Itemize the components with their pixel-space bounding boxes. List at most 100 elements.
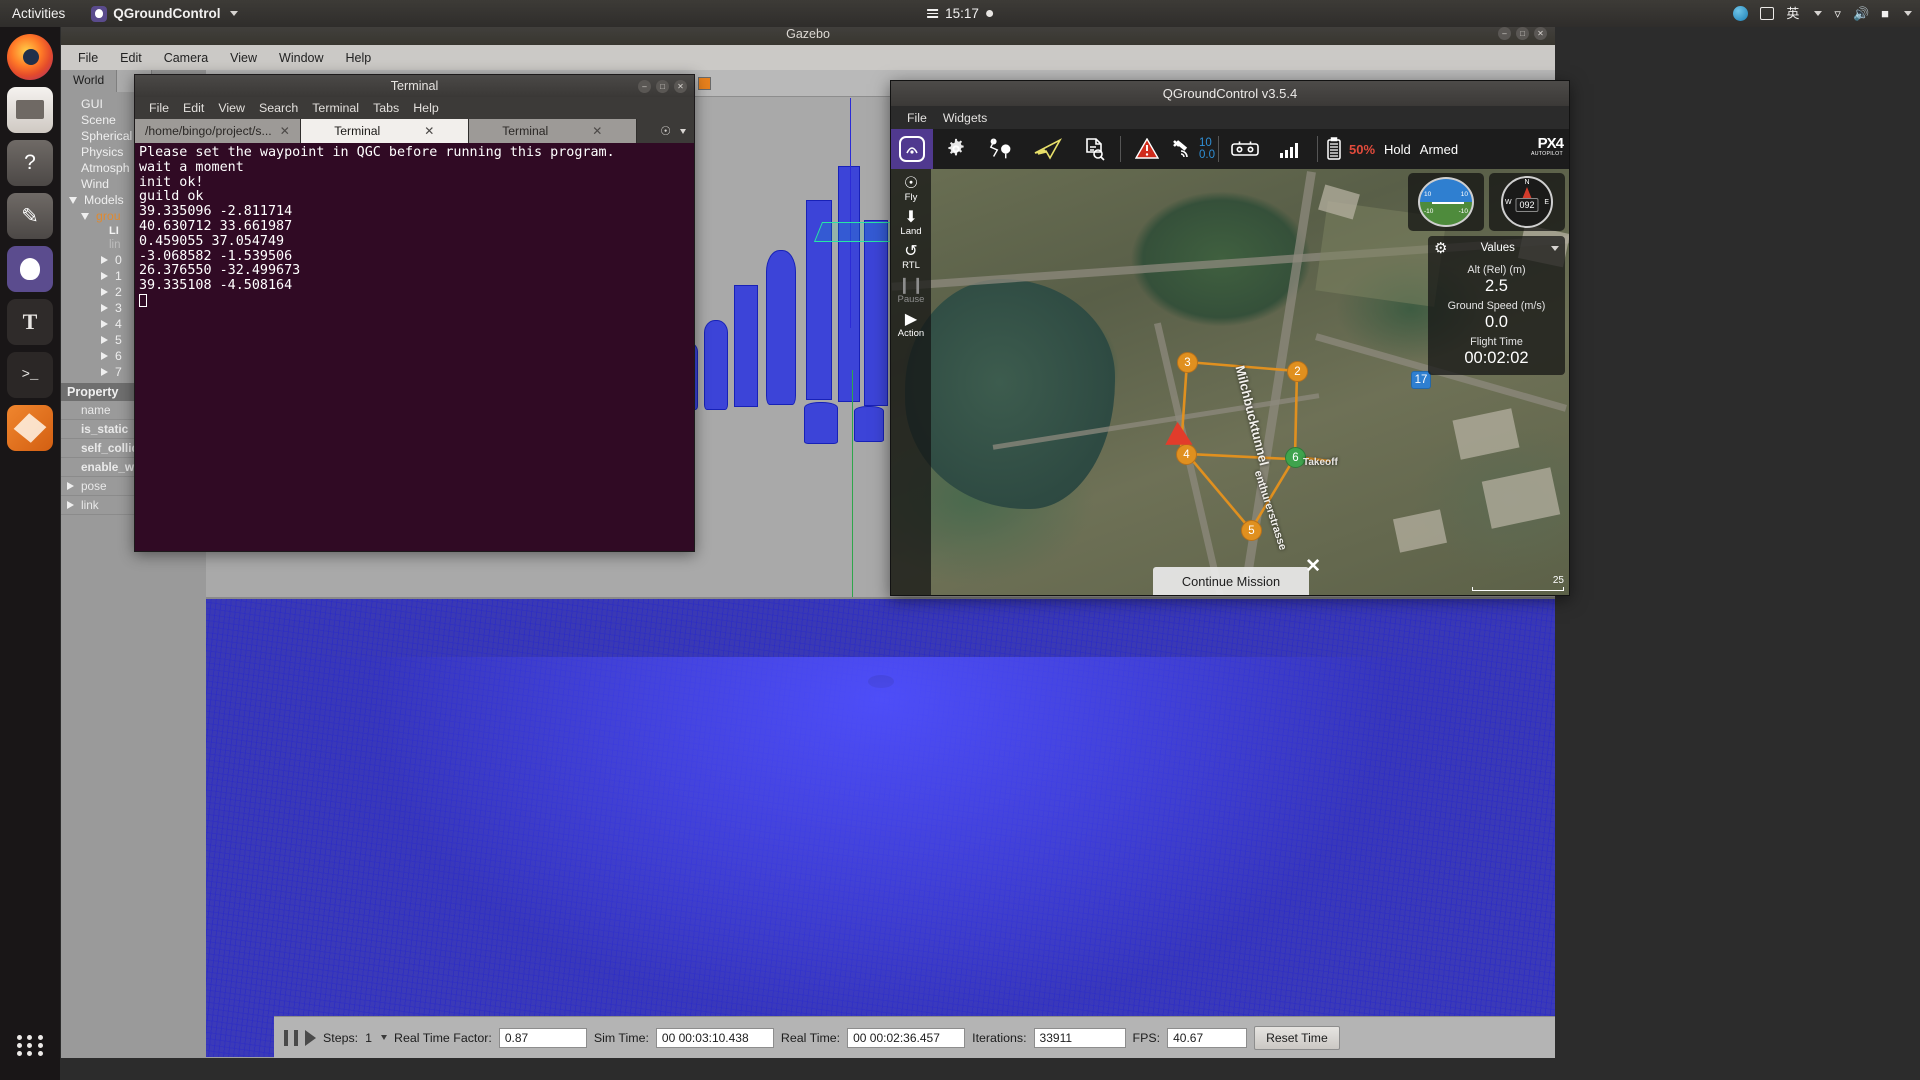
pause-button[interactable] xyxy=(284,1029,298,1046)
tab-world[interactable]: World xyxy=(61,70,118,92)
close-icon[interactable]: ✕ xyxy=(424,124,434,138)
terminal-tab-0[interactable]: /home/bingo/project/s... ✕ xyxy=(135,119,301,143)
terminal-cursor xyxy=(139,293,147,307)
gps-status[interactable]: 10 0.0 xyxy=(1170,137,1215,161)
qgc-menu-widgets[interactable]: Widgets xyxy=(937,109,993,127)
rc-controller-icon[interactable] xyxy=(1222,129,1268,169)
activities-button[interactable]: Activities xyxy=(12,6,65,21)
step-button[interactable] xyxy=(305,1029,316,1046)
terminal-menu-file[interactable]: File xyxy=(143,99,175,117)
chevron-right-icon[interactable] xyxy=(101,320,108,328)
maximize-icon[interactable]: □ xyxy=(656,79,669,93)
waypoint-2[interactable]: 2 xyxy=(1287,361,1308,382)
close-icon[interactable]: ✕ xyxy=(592,124,602,138)
close-icon[interactable]: ✕ xyxy=(1534,27,1547,40)
minimize-icon[interactable]: – xyxy=(1498,27,1511,40)
fly-view-icon[interactable] xyxy=(1025,129,1071,169)
analyze-view-icon[interactable] xyxy=(1071,129,1117,169)
plan-waypoints-icon[interactable]: B xyxy=(979,129,1025,169)
maximize-icon[interactable]: □ xyxy=(1516,27,1529,40)
waypoint-3[interactable]: 3 xyxy=(1177,352,1198,373)
chevron-right-icon[interactable] xyxy=(101,256,108,264)
reset-time-button[interactable]: Reset Time xyxy=(1254,1025,1340,1050)
qgc-menu-file[interactable]: File xyxy=(901,109,933,127)
arm-state-label[interactable]: Armed xyxy=(1420,142,1458,157)
fly-action-action[interactable]: ▶ Action xyxy=(891,309,931,342)
compass-indicator[interactable]: N W E 092 xyxy=(1489,173,1565,231)
clock-menu[interactable]: 15:17 xyxy=(927,6,993,21)
dock-item-terminal[interactable] xyxy=(7,352,53,398)
close-icon[interactable]: ✕ xyxy=(280,124,290,138)
fly-action-land[interactable]: ⬇ Land xyxy=(891,207,931,240)
battery-icon[interactable] xyxy=(1321,129,1347,169)
minimize-icon[interactable]: – xyxy=(638,79,651,93)
qgc-map[interactable]: 3 2 17 6 5 4 Milchbucktunnel enthurerstr… xyxy=(891,169,1569,595)
steps-value[interactable]: 1 xyxy=(365,1031,372,1045)
close-icon[interactable]: ✕ xyxy=(674,79,687,93)
dock-item-help[interactable]: ? xyxy=(7,140,53,186)
chevron-right-icon[interactable] xyxy=(67,501,74,509)
qgroundcontrol-icon xyxy=(91,5,108,22)
view-angle-icon[interactable] xyxy=(692,72,716,94)
settings-gear-icon[interactable] xyxy=(933,129,979,169)
terminal-window-controls: – □ ✕ xyxy=(638,79,687,93)
chevron-right-icon[interactable] xyxy=(101,272,108,280)
fly-action-rtl[interactable]: ↺ RTL xyxy=(891,241,931,274)
chevron-down-icon[interactable] xyxy=(81,212,89,220)
qgc-home-button[interactable] xyxy=(891,129,933,169)
terminal-tab-1[interactable]: Terminal ✕ xyxy=(300,119,469,143)
network-globe-icon[interactable] xyxy=(1733,6,1749,21)
chevron-right-icon[interactable] xyxy=(101,304,108,312)
active-app-menu[interactable]: QGroundControl xyxy=(91,5,238,22)
tree-label: Spherical xyxy=(81,129,133,143)
battery-icon[interactable]: ■ xyxy=(1881,7,1889,20)
terminal-menu-edit[interactable]: Edit xyxy=(177,99,210,117)
terminal-tab-overflow[interactable]: ☉ xyxy=(652,119,694,143)
dock-item-text-editor[interactable]: ✎ xyxy=(7,193,53,239)
close-icon[interactable]: ✕ xyxy=(1305,555,1321,578)
volume-icon[interactable]: 🔊 xyxy=(1853,7,1869,20)
gazebo-menu-view[interactable]: View xyxy=(221,48,266,68)
chevron-down-icon[interactable] xyxy=(680,128,686,134)
terminal-menu-view[interactable]: View xyxy=(212,99,251,117)
chevron-right-icon[interactable] xyxy=(67,482,74,490)
dock-item-gazebo[interactable] xyxy=(7,405,53,451)
gazebo-menu-window[interactable]: Window xyxy=(270,48,332,68)
keyboard-layout-icon[interactable] xyxy=(1760,7,1775,20)
terminal-output[interactable]: Please set the waypoint in QGC before ru… xyxy=(135,143,694,551)
chevron-right-icon[interactable] xyxy=(101,336,108,344)
fly-action-fly[interactable]: ☉ Fly xyxy=(891,173,931,206)
menu-icon xyxy=(927,7,939,21)
gazebo-menu-camera[interactable]: Camera xyxy=(155,48,217,68)
gazebo-menu-edit[interactable]: Edit xyxy=(111,48,151,68)
chevron-down-icon[interactable] xyxy=(69,196,77,204)
gear-icon[interactable]: ⚙ xyxy=(1434,239,1447,257)
chevron-down-icon[interactable] xyxy=(1551,245,1559,251)
dock-item-qgroundcontrol[interactable] xyxy=(7,246,53,292)
chevron-right-icon[interactable] xyxy=(101,368,108,376)
dock-item-files[interactable] xyxy=(7,87,53,133)
terminal-menu-search[interactable]: Search xyxy=(253,99,304,117)
attitude-indicator[interactable]: 10 10 -10 -10 xyxy=(1408,173,1484,231)
waypoint-17[interactable]: 17 xyxy=(1411,371,1431,389)
warning-icon[interactable] xyxy=(1124,129,1170,169)
wifi-icon[interactable]: ▿ xyxy=(1834,7,1841,20)
show-applications-button[interactable] xyxy=(7,1022,53,1068)
waypoint-5[interactable]: 5 xyxy=(1241,520,1262,541)
gazebo-menu-file[interactable]: File xyxy=(69,48,107,68)
chevron-right-icon[interactable] xyxy=(101,352,108,360)
chevron-down-icon[interactable] xyxy=(381,1035,388,1040)
telemetry-signal-icon[interactable] xyxy=(1268,129,1314,169)
qgc-fly-view[interactable]: 3 2 17 6 5 4 Milchbucktunnel enthurerstr… xyxy=(891,169,1569,595)
chevron-right-icon[interactable] xyxy=(101,288,108,296)
terminal-tab-2[interactable]: Terminal ✕ xyxy=(468,119,637,143)
dock-item-firefox[interactable] xyxy=(7,34,53,80)
terminal-menu-tabs[interactable]: Tabs xyxy=(367,99,405,117)
flight-mode-label[interactable]: Hold xyxy=(1384,142,1411,157)
new-tab-icon[interactable]: ☉ xyxy=(660,124,671,138)
input-method-icon[interactable]: 英 xyxy=(1786,7,1799,20)
terminal-menu-help[interactable]: Help xyxy=(407,99,444,117)
gazebo-menu-help[interactable]: Help xyxy=(337,48,381,68)
terminal-menu-terminal[interactable]: Terminal xyxy=(306,99,365,117)
dock-item-texstudio[interactable]: T xyxy=(7,299,53,345)
